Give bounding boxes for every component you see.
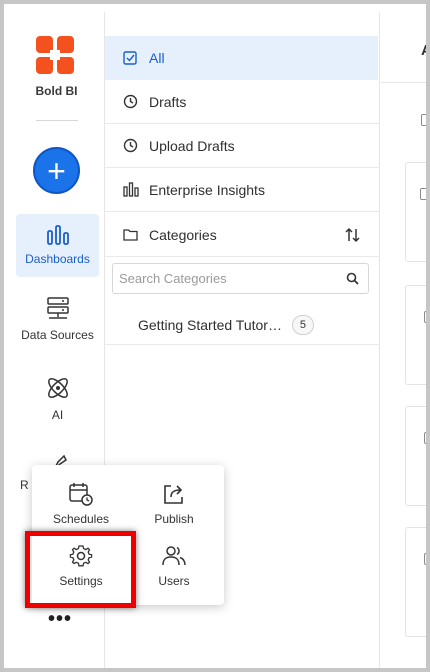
create-button[interactable]: + [33,147,80,194]
rail-item-dashboards[interactable]: Dashboards [16,214,99,277]
plus-icon: + [47,152,66,189]
bar-chart-icon [46,225,69,245]
more-options-icon[interactable]: ••• [48,609,72,629]
category-label: Getting Started Tutor… [138,317,282,333]
menu-item-publish[interactable]: Publish [129,481,219,526]
panel-item-label: All [149,50,165,66]
settings-highlight-box [25,531,136,608]
panel-item-enterprise-insights[interactable]: Enterprise Insights [105,168,380,212]
checkbox-icon [123,50,137,65]
category-item[interactable]: Getting Started Tutor… 5 [105,306,380,345]
dashboard-card[interactable] [405,285,426,385]
atom-icon [47,378,68,398]
content-header: A [421,42,426,59]
app-window: Bold BI + Dashboards Data Sources AI R •… [4,4,426,668]
clock-icon [123,138,138,153]
menu-item-schedules[interactable]: Schedules [36,481,126,526]
category-count-badge: 5 [291,315,314,335]
card-checkbox[interactable] [424,553,426,565]
dashboard-card[interactable] [405,406,426,506]
search-categories-input[interactable] [113,264,333,293]
rail-item-label: Data Sources [21,328,94,342]
panel-item-label: Upload Drafts [149,137,235,154]
folder-icon [123,229,138,241]
bar-chart-icon [123,182,139,197]
menu-item-label: Schedules [52,512,110,526]
menu-item-label: Users [158,574,190,588]
divider [381,82,426,83]
rail-item-label: Dashboards [25,252,90,266]
panel-item-upload-drafts[interactable]: Upload Drafts [105,124,380,168]
panel-item-label: Enterprise Insights [149,181,265,198]
calendar-clock-icon [69,483,93,506]
rail-item-ai[interactable]: AI [16,374,99,434]
panel-item-categories[interactable]: Categories [105,213,380,257]
dashboard-list-area: A [381,12,426,668]
sort-icon[interactable] [344,226,362,244]
card-checkbox[interactable] [424,432,426,444]
rail-item-data-sources[interactable]: Data Sources [16,296,99,356]
brand-name: Bold BI [35,84,78,98]
share-icon [164,485,183,504]
panel-item-all[interactable]: All [105,36,378,80]
card-checkbox[interactable] [424,311,426,323]
server-icon [46,297,69,319]
panel-item-label: Drafts [149,93,187,110]
menu-item-label: Publish [154,512,194,526]
panel-item-drafts[interactable]: Drafts [105,80,380,124]
dashboard-card[interactable] [405,527,426,637]
search-icon[interactable] [346,272,359,285]
clock-icon [123,94,138,109]
select-all-checkbox[interactable] [421,114,426,126]
dashboard-card[interactable] [405,162,426,262]
panel-item-label: Categories [149,226,217,243]
users-icon [162,546,186,566]
card-checkbox[interactable] [420,188,426,200]
rail-divider [36,120,78,121]
rail-item-label: AI [51,408,64,422]
bold-bi-logo-icon [36,36,74,74]
menu-item-users[interactable]: Users [129,543,219,588]
search-categories-box [112,263,369,294]
